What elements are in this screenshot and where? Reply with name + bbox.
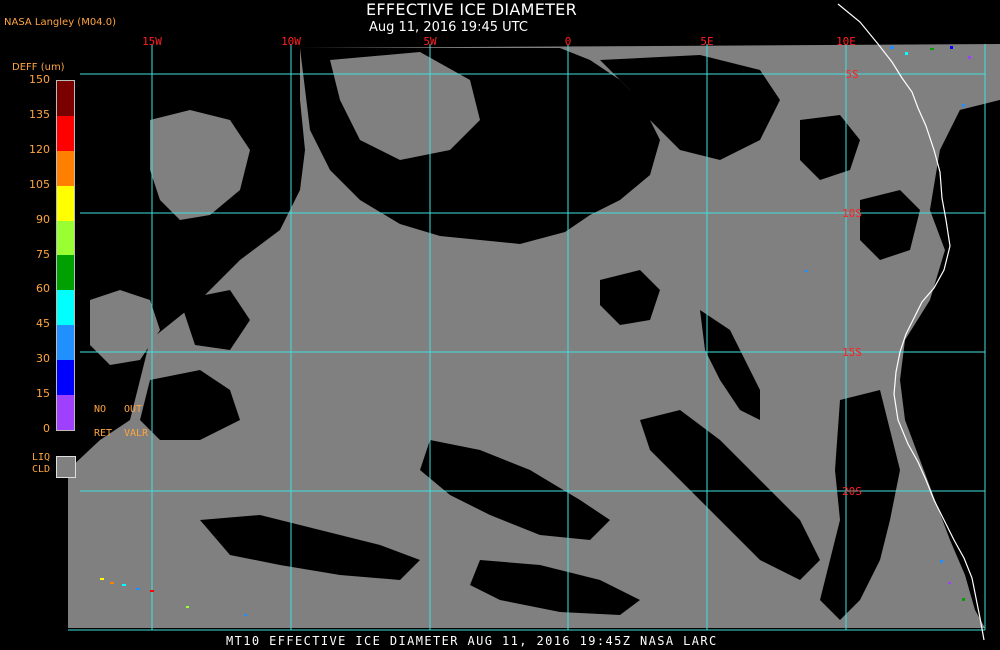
colorbar-tick-label: 120 xyxy=(29,142,50,156)
colorbar-segment xyxy=(57,220,74,256)
colorbar-segment xyxy=(57,150,74,186)
latitude-label: 10S xyxy=(842,207,862,220)
colorbar-tick-label: 0 xyxy=(43,422,50,435)
latitude-label: 15S xyxy=(842,346,862,359)
longitude-label: 15W xyxy=(142,35,162,48)
colorbar-segment xyxy=(57,395,74,430)
colorbar-segment xyxy=(57,360,74,396)
latitude-label: 5S xyxy=(845,68,858,81)
colorbar-tick-label: 90 xyxy=(36,212,50,226)
legend-title: DEFF (um) xyxy=(12,62,65,73)
liq-cld-label-2: CLD xyxy=(32,464,51,475)
no-ret-label-1: NO xyxy=(94,404,107,415)
colorbar-segment xyxy=(57,325,74,361)
latitude-label: 20S xyxy=(842,485,862,498)
legend-colorbar xyxy=(56,80,75,431)
longitude-label: 10W xyxy=(281,35,301,48)
out-valr-label-2: VALR xyxy=(124,428,149,439)
colorbar-tick-label: 60 xyxy=(36,282,50,296)
liq-cld-label-1: LIQ xyxy=(32,452,51,463)
liq-cld-swatch xyxy=(56,456,76,478)
colorbar-tick-label: 45 xyxy=(36,317,50,331)
colorbar-tick-label: 30 xyxy=(36,352,50,366)
colorbar-segment xyxy=(57,290,74,326)
no-ret-label-2: RET xyxy=(94,428,113,439)
footer-caption: MT10 EFFECTIVE ICE DIAMETER AUG 11, 2016… xyxy=(226,634,718,648)
credit-label: NASA Langley (M04.0) xyxy=(4,17,116,28)
out-valr-label-1: OUT xyxy=(124,404,143,415)
colorbar-tick-label: 105 xyxy=(29,177,50,191)
satellite-map: 15W 10W 5W 0 5E 10E 5S 10S 15S 20S xyxy=(0,0,1000,650)
colorbar-tick-label: 135 xyxy=(29,107,50,121)
page-title: EFFECTIVE ICE DIAMETER xyxy=(366,0,578,19)
colorbar-segment xyxy=(57,115,74,151)
longitude-label: 0 xyxy=(565,35,572,48)
longitude-label: 5E xyxy=(700,35,713,48)
colorbar-segment xyxy=(57,81,74,116)
colorbar-tick-label: 75 xyxy=(36,247,50,261)
colorbar-tick-label: 15 xyxy=(36,387,50,401)
colorbar-tick-label: 150 xyxy=(29,73,50,86)
colorbar-segment xyxy=(57,255,74,291)
colorbar-segment xyxy=(57,185,74,221)
longitude-label: 10E xyxy=(836,35,856,48)
page-subtitle: Aug 11, 2016 19:45 UTC xyxy=(369,20,528,35)
longitude-label: 5W xyxy=(423,35,437,48)
